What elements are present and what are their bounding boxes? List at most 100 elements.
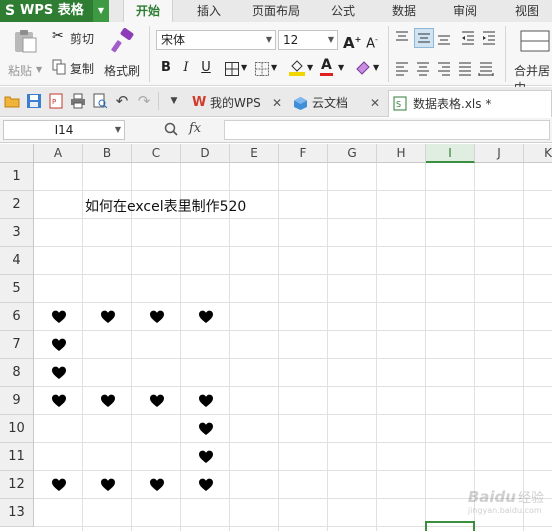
grow-font-button[interactable]: A+	[343, 32, 361, 51]
column-header-c[interactable]: C	[132, 144, 181, 163]
row-header-9[interactable]: 9	[0, 387, 34, 415]
column-header-b[interactable]: B	[83, 144, 132, 163]
row-header-8[interactable]: 8	[0, 359, 34, 387]
chevron-down-icon: ▼	[327, 35, 334, 44]
heart-icon	[198, 422, 213, 435]
doc-tab-label: 我的WPS	[210, 96, 261, 110]
row-header-1[interactable]: 1	[0, 163, 34, 191]
app-menu-button[interactable]: WPS 表格 S ▼	[0, 0, 109, 22]
tab-insert[interactable]: 插入	[186, 0, 232, 22]
row-header-10[interactable]: 10	[0, 415, 34, 443]
justify-icon	[459, 62, 471, 76]
cell-b2[interactable]: 如何在excel表里制作520	[85, 196, 246, 216]
row-header-12[interactable]: 12	[0, 471, 34, 499]
column-header-d[interactable]: D	[181, 144, 230, 163]
font-color-button[interactable]: A ▼	[318, 57, 348, 78]
open-folder-icon[interactable]	[4, 93, 20, 109]
tab-review[interactable]: 审阅	[443, 0, 487, 22]
print-preview-icon[interactable]	[92, 93, 108, 109]
align-top-button[interactable]	[394, 30, 412, 48]
align-middle-button[interactable]	[414, 28, 434, 48]
align-right-button[interactable]	[436, 60, 454, 78]
paste-dropdown-icon[interactable]: ▼	[36, 65, 42, 74]
borders-button[interactable]: ▼	[222, 60, 250, 78]
format-painter-button[interactable]: 格式刷	[103, 26, 143, 82]
formula-bar: I14 ▼ fx	[0, 118, 552, 143]
cell-style-button[interactable]: ▼	[252, 60, 280, 78]
font-size-select[interactable]: 12 ▼	[278, 30, 338, 50]
column-header-j[interactable]: J	[475, 144, 524, 163]
app-menu-dropdown-icon[interactable]: ▼	[93, 0, 109, 22]
chevron-down-icon: ▼	[271, 63, 278, 72]
clear-format-button[interactable]: ▼	[352, 58, 382, 78]
print-icon[interactable]	[70, 93, 86, 109]
align-bottom-button[interactable]	[436, 30, 454, 48]
copy-button[interactable]: 复制	[50, 58, 100, 78]
floppy-icon	[27, 94, 41, 108]
zoom-function-icon[interactable]	[163, 121, 181, 139]
save-icon[interactable]	[26, 93, 42, 109]
close-icon[interactable]: ✕	[370, 90, 380, 116]
column-header-g[interactable]: G	[328, 144, 377, 163]
paste-button[interactable]: 粘贴 ▼	[6, 26, 46, 82]
undo-icon[interactable]: ↶	[114, 93, 130, 109]
font-size-value: 12	[283, 33, 299, 47]
underline-button[interactable]: U	[198, 60, 214, 76]
italic-button[interactable]: I	[178, 60, 194, 76]
insert-function-button[interactable]: fx	[189, 121, 211, 139]
paste-label: 粘贴	[8, 64, 33, 78]
row-header-13[interactable]: 13	[0, 499, 34, 527]
name-box[interactable]: I14 ▼	[3, 120, 125, 140]
heart-icon	[198, 394, 213, 407]
decrease-indent-button[interactable]	[460, 30, 478, 48]
column-header-i[interactable]: I	[426, 144, 475, 163]
align-bottom-icon	[438, 35, 450, 45]
tab-page-layout[interactable]: 页面布局	[244, 0, 308, 22]
font-name-select[interactable]: 宋体 ▼	[156, 30, 276, 50]
increase-indent-button[interactable]	[481, 30, 499, 48]
customize-toolbar-icon[interactable]: ▼	[166, 93, 182, 109]
row-header-11[interactable]: 11	[0, 443, 34, 471]
align-left-button[interactable]	[394, 60, 412, 78]
tab-formulas[interactable]: 公式	[321, 0, 365, 22]
fill-color-button[interactable]: ▼	[287, 58, 317, 78]
wps-logo-icon: W	[192, 95, 207, 110]
column-header-h[interactable]: H	[377, 144, 426, 163]
doc-tab-cloud-docs[interactable]: 云文档 ✕	[290, 90, 386, 117]
format-painter-icon	[111, 28, 134, 53]
merge-center-button[interactable]: 合并居中	[510, 26, 552, 95]
row-header-6[interactable]: 6	[0, 303, 34, 331]
redo-icon[interactable]: ↷	[136, 93, 152, 109]
active-cell-selection[interactable]	[425, 521, 475, 531]
row-header-2[interactable]: 2	[0, 191, 34, 219]
chevron-down-icon: ▼	[307, 63, 314, 72]
shrink-font-button[interactable]: A-	[364, 32, 380, 52]
gridline	[34, 218, 552, 219]
bold-button[interactable]: B	[158, 60, 174, 76]
select-all-corner[interactable]	[0, 144, 34, 163]
doc-tab-label: 数据表格.xls *	[413, 97, 492, 111]
formula-input[interactable]	[224, 120, 550, 140]
distributed-align-button[interactable]	[478, 60, 496, 78]
export-pdf-icon[interactable]: P	[48, 93, 64, 109]
column-header-f[interactable]: F	[279, 144, 328, 163]
doc-tab-my-wps[interactable]: W 我的WPS ✕	[188, 90, 288, 117]
row-header-4[interactable]: 4	[0, 247, 34, 275]
spreadsheet-grid[interactable]: A B C D E F G H I J K 1 2 3 4 5 6 7 8 9 10 11 12 13 如何在excel表里制作…	[0, 144, 552, 531]
align-center-button[interactable]	[415, 60, 433, 78]
qa-divider	[158, 92, 159, 110]
app-title: WPS 表格	[20, 3, 84, 18]
doc-tab-active-workbook[interactable]: S 数据表格.xls *	[388, 90, 552, 117]
close-icon[interactable]: ✕	[272, 90, 282, 116]
row-header-7[interactable]: 7	[0, 331, 34, 359]
column-header-a[interactable]: A	[34, 144, 83, 163]
row-header-3[interactable]: 3	[0, 219, 34, 247]
column-header-e[interactable]: E	[230, 144, 279, 163]
column-header-k[interactable]: K	[524, 144, 552, 163]
tab-view[interactable]: 视图	[505, 0, 549, 22]
tab-data[interactable]: 数据	[382, 0, 426, 22]
row-header-5[interactable]: 5	[0, 275, 34, 303]
cut-button[interactable]: ✂ 剪切	[50, 28, 100, 48]
tab-home[interactable]: 开始	[123, 0, 173, 22]
justify-button[interactable]	[457, 60, 475, 78]
